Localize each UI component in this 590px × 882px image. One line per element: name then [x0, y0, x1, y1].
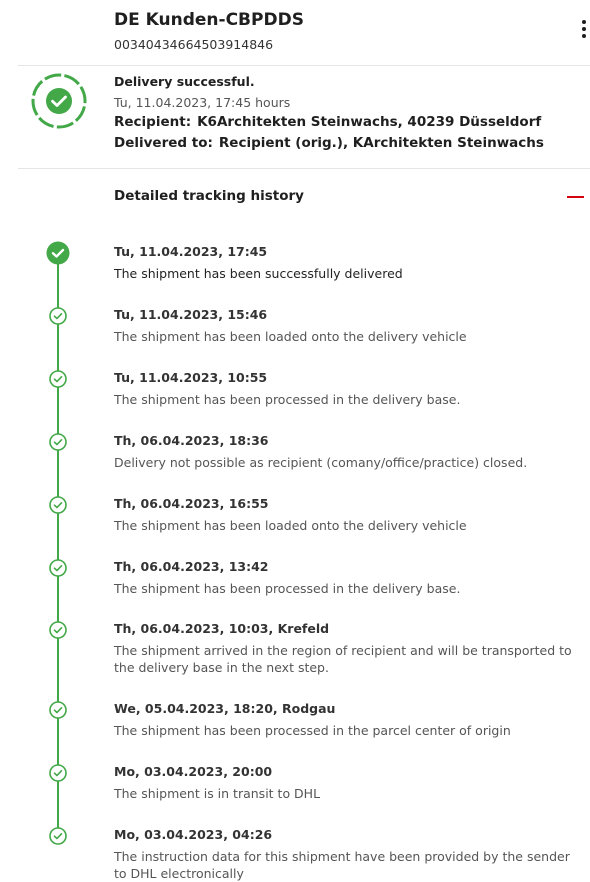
check-circle-icon [49, 701, 67, 719]
event-date: Mo, 03.04.2023, 04:26 [114, 827, 273, 842]
event-date: Mo, 03.04.2023, 20:00 [114, 764, 273, 779]
event-date: Tu, 11.04.2023, 17:45 [114, 244, 268, 259]
event-description: The shipment has been processed in the p… [114, 723, 511, 738]
check-circle-icon [49, 433, 67, 451]
event-description: The shipment has been loaded onto the de… [114, 518, 467, 533]
event-date: Tu, 11.04.2023, 15:46 [114, 307, 268, 322]
event-description: Delivery not possible as recipient (coma… [114, 455, 528, 470]
event-date: Tu, 11.04.2023, 10:55 [114, 370, 268, 385]
check-circle-icon [49, 621, 67, 639]
event-description: The shipment is in transit to DHL [114, 786, 321, 801]
event-description: The shipment arrived in the region of re… [114, 643, 572, 675]
tracking-timeline: Tu, 11.04.2023, 17:45 The shipment has be… [0, 0, 590, 881]
timeline-line [57, 253, 59, 833]
event-date: Th, 06.04.2023, 16:55 [114, 496, 269, 511]
check-circle-icon [49, 764, 67, 782]
event-date: We, 05.04.2023, 18:20, Rodgau [114, 701, 336, 716]
check-circle-icon [49, 559, 67, 577]
event-date: Th, 06.04.2023, 13:42 [114, 559, 269, 574]
event-date: Th, 06.04.2023, 18:36 [114, 433, 269, 448]
event-description: The shipment has been processed in the d… [114, 392, 461, 407]
check-circle-icon [49, 827, 67, 845]
event-description: The instruction data for this shipment h… [114, 849, 570, 881]
check-circle-icon [49, 307, 67, 325]
event-description: The shipment has been loaded onto the de… [114, 329, 467, 344]
event-description: The shipment has been successfully deliv… [114, 266, 403, 281]
check-circle-filled-icon [46, 241, 70, 265]
check-circle-icon [49, 370, 67, 388]
event-description: The shipment has been processed in the d… [114, 581, 461, 596]
check-circle-icon [49, 496, 67, 514]
event-date: Th, 06.04.2023, 10:03, Krefeld [114, 621, 330, 636]
